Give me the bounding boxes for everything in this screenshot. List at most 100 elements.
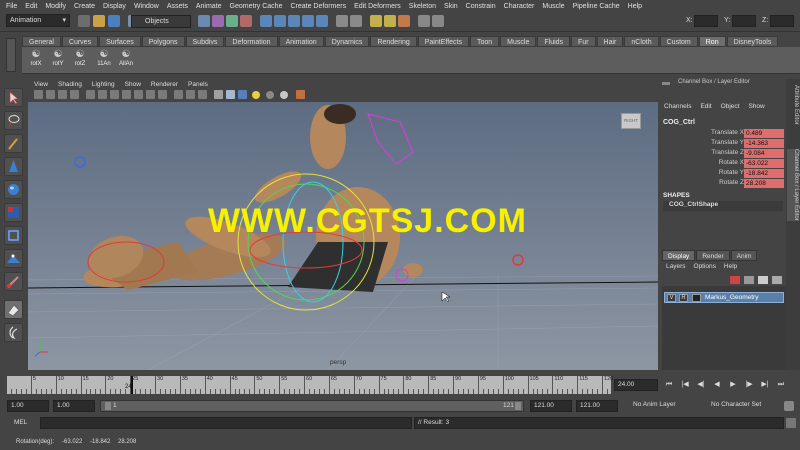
channel-box-menu-channels[interactable]: Channels [664,103,691,113]
layer-visibility-toggle[interactable]: V [667,294,676,302]
step-forward-key-icon[interactable]: ▶| [760,380,770,390]
anim-layer-dropdown[interactable]: No Anim Layer [622,400,698,412]
shelf-tab-rendering[interactable]: Rendering [370,36,417,47]
history-icon[interactable] [336,15,348,27]
snap-curve-icon[interactable] [274,15,286,27]
layer-color-swatch[interactable] [692,294,701,302]
grid-toggle-icon[interactable] [86,90,95,99]
go-to-start-icon[interactable]: ⏮ [664,380,674,390]
channel-value[interactable]: -18.842 [744,169,784,178]
menu-skin[interactable]: Skin [444,3,458,10]
viewport-menu-panels[interactable]: Panels [188,81,208,88]
layer-tab-anim[interactable]: Anim [730,250,758,261]
image-plane-icon[interactable] [58,90,67,99]
channel-row[interactable]: Rotate Y -18.842 [660,169,786,178]
select-joints-icon[interactable] [226,15,238,27]
lasso-tool-icon[interactable] [4,111,23,130]
select-tool-icon[interactable] [4,88,23,107]
two-d-pan-icon[interactable] [70,90,79,99]
shelf-tab-painteffects[interactable]: PaintEffects [417,36,469,47]
auto-key-icon[interactable] [784,401,794,411]
layer-sort-icon[interactable] [772,276,782,284]
viewport-menu-show[interactable]: Show [125,81,141,88]
render-frame-icon[interactable] [370,15,382,27]
safe-action-icon[interactable] [146,90,155,99]
input-line-icon[interactable] [418,15,430,27]
layer-reference-toggle[interactable]: R [679,294,688,302]
playback-end-field[interactable]: 121.00 [530,400,572,412]
select-components-icon[interactable] [212,15,224,27]
shelf-options-handle[interactable] [6,38,16,72]
range-end-handle[interactable] [515,402,521,410]
11an-shelf-button[interactable]: ☯ 11An [94,49,114,71]
script-language-label[interactable]: MEL [14,419,27,426]
menu-display[interactable]: Display [103,3,126,10]
channel-row[interactable]: Translate X 0.489 [660,129,786,138]
resolution-gate-icon[interactable] [110,90,119,99]
menu-geometry-cache[interactable]: Geometry Cache [230,3,283,10]
command-input[interactable] [40,417,412,429]
construction-icon[interactable] [350,15,362,27]
menu-file[interactable]: File [6,3,17,10]
new-layer-selected-icon[interactable] [758,276,768,284]
channel-box-menu-show[interactable]: Show [748,103,764,113]
channel-row[interactable]: Translate Y -14.363 [660,139,786,148]
move-tool-icon[interactable] [4,157,23,176]
show-manipulator-icon[interactable] [4,272,23,291]
character-set-dropdown[interactable]: No Character Set [700,400,782,412]
save-scene-icon[interactable] [108,15,120,27]
allan-shelf-button[interactable]: ☯ AllAn [116,49,136,71]
last-tool-icon[interactable] [4,300,23,319]
select-by-type-icon[interactable] [198,15,210,27]
current-time-field[interactable]: 24.00 [614,379,658,391]
menu-help[interactable]: Help [628,3,642,10]
channel-value[interactable]: -63.022 [744,159,784,168]
y-field[interactable] [732,15,756,27]
shelf-tab-dynamics[interactable]: Dynamics [324,36,370,47]
textured-icon[interactable] [214,90,223,99]
step-back-key-icon[interactable]: |◀ [680,380,690,390]
layer-tab-display[interactable]: Display [662,250,696,261]
shelf-tab-muscle[interactable]: Muscle [500,36,537,47]
bind-pose-tool-icon[interactable] [4,323,23,342]
shelf-tab-ron[interactable]: Ron [698,36,726,47]
film-gate-icon[interactable] [98,90,107,99]
channel-box-layer-editor-tab[interactable]: Channel Box / Layer Editor [787,149,799,221]
camera-attributes-icon[interactable] [34,90,43,99]
menu-pipeline-cache[interactable]: Pipeline Cache [573,3,620,10]
shelf-tab-surfaces[interactable]: Surfaces [99,36,141,47]
menu-animate[interactable]: Animate [196,3,222,10]
soft-mod-tool-icon[interactable] [4,249,23,268]
z-field[interactable] [770,15,794,27]
menu-skeleton[interactable]: Skeleton [409,3,436,10]
shadows-icon[interactable] [238,90,247,99]
rotate-tool-icon[interactable] [4,180,23,199]
layer-menu-layers[interactable]: Layers [666,263,686,273]
default-lighting-icon[interactable] [226,90,235,99]
playback-start-field[interactable]: 1.00 [53,400,95,412]
ipr-render-icon[interactable] [384,15,396,27]
perspective-viewport[interactable]: WWW.CGTSJ.COM RIGHT persp [28,102,658,370]
shelf-tab-curves[interactable]: Curves [61,36,99,47]
view-cube[interactable]: RIGHT [621,113,641,129]
play-backwards-icon[interactable]: ◀ [712,380,722,390]
new-scene-icon[interactable] [78,15,90,27]
layer-tab-render[interactable]: Render [696,250,730,261]
rotx-shelf-button[interactable]: ☯ rotX [26,49,46,71]
shelf-tab-toon[interactable]: Toon [469,36,500,47]
animation-end-field[interactable]: 121.00 [576,400,618,412]
menu-constrain[interactable]: Constrain [466,3,496,10]
shelf-tab-ncloth[interactable]: nCloth [624,36,659,47]
shelf-tab-custom[interactable]: Custom [659,36,698,47]
universal-manipulator-icon[interactable] [4,226,23,245]
channel-box-menu-edit[interactable]: Edit [700,103,711,113]
snap-grid-icon[interactable] [260,15,272,27]
layer-menu-options[interactable]: Options [694,263,716,273]
range-slider[interactable]: 1 121 [100,400,524,412]
open-scene-icon[interactable] [93,15,105,27]
render-settings-icon[interactable] [398,15,410,27]
channel-row[interactable]: Rotate X -63.022 [660,159,786,168]
shelf-tab-animation[interactable]: Animation [278,36,324,47]
menu-assets[interactable]: Assets [167,3,188,10]
viewport-menu-view[interactable]: View [34,81,48,88]
